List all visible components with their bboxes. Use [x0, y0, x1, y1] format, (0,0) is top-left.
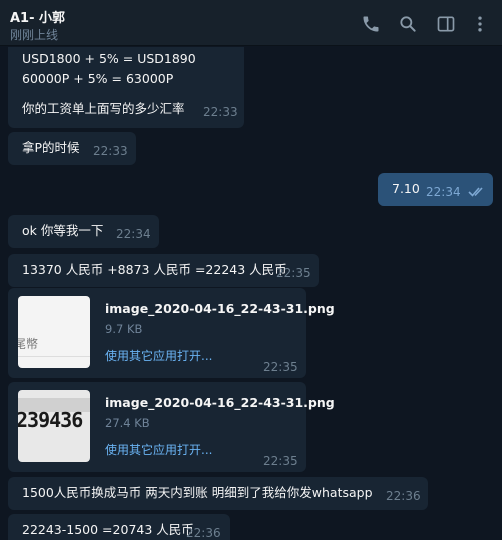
message-bubble[interactable]: 1500人民币换成马币 两天内到账 明细到了我给你发whatsapp 22:36 [8, 477, 428, 510]
open-with-link[interactable]: 使用其它应用打开... [105, 440, 212, 460]
message-text: 你的工资单上面写的多少汇率 [22, 101, 185, 116]
chat-header: A1- 小郭 刚刚上线 [0, 0, 502, 46]
chat-status: 刚刚上线 [10, 28, 59, 42]
message-time: 22:34 [426, 185, 461, 199]
message-bubble[interactable]: USD1800 + 5% = USD1890 60000P + 5% = 630… [8, 47, 244, 128]
message-text: ok 你等我一下 [22, 223, 104, 238]
file-message[interactable]: 239436 image_2020-04-16_22-43-31.png 27.… [8, 382, 335, 472]
read-checkmarks-icon [468, 187, 483, 197]
message-time: 22:35 [263, 454, 298, 468]
message-text: USD1800 + 5% = USD1890 [22, 51, 196, 66]
message-time: 22:36 [186, 526, 221, 540]
chat-title[interactable]: A1- 小郭 [10, 7, 65, 26]
message-text: 拿P的时候 [22, 140, 80, 155]
thumbnail-line [18, 356, 90, 357]
open-with-link[interactable]: 使用其它应用打开... [105, 346, 212, 366]
message-bubble[interactable]: 13370 人民币 +8873 人民币 =22243 人民币 22:35 [8, 254, 319, 287]
message-text: 13370 人民币 +8873 人民币 =22243 人民币 [22, 262, 287, 277]
message-bubble[interactable]: 拿P的时候 22:33 [8, 132, 136, 165]
file-size: 9.7 KB [105, 322, 143, 336]
message-time: 22:36 [386, 489, 421, 503]
message-text: 60000P + 5% = 63000P [22, 71, 174, 86]
message-bubble[interactable]: ok 你等我一下 22:34 [8, 215, 159, 248]
thumbnail-text: 尾幣 [18, 337, 39, 351]
search-icon[interactable] [398, 14, 418, 34]
message-text: 1500人民币换成马币 两天内到账 明细到了我给你发whatsapp [22, 485, 373, 500]
file-name: image_2020-04-16_22-43-31.png [105, 301, 335, 316]
message-time: 22:34 [116, 227, 151, 241]
message-text: 22243-1500 =20743 人民币 [22, 522, 194, 537]
message-time: 22:33 [93, 144, 128, 158]
message-text: 7.10 [392, 181, 420, 196]
message-list[interactable]: USD1800 + 5% = USD1890 60000P + 5% = 630… [0, 47, 502, 540]
thumbnail-text: 239436 [18, 408, 83, 432]
image-thumbnail[interactable]: 尾幣 [18, 296, 90, 368]
image-thumbnail[interactable]: 239436 [18, 390, 90, 462]
file-name: image_2020-04-16_22-43-31.png [105, 395, 335, 410]
message-time: 22:35 [276, 266, 311, 280]
file-message[interactable]: 尾幣 image_2020-04-16_22-43-31.png 9.7 KB … [8, 288, 335, 378]
message-bubble[interactable]: 22243-1500 =20743 人民币 22:36 [8, 514, 230, 540]
message-time: 22:35 [263, 360, 298, 374]
message-bubble-outgoing[interactable]: 7.10 22:34 [378, 173, 493, 206]
phone-icon[interactable] [361, 14, 381, 34]
message-time: 22:33 [203, 105, 238, 119]
more-icon[interactable] [470, 14, 490, 34]
file-size: 27.4 KB [105, 416, 150, 430]
sidebar-toggle-icon[interactable] [436, 14, 456, 34]
